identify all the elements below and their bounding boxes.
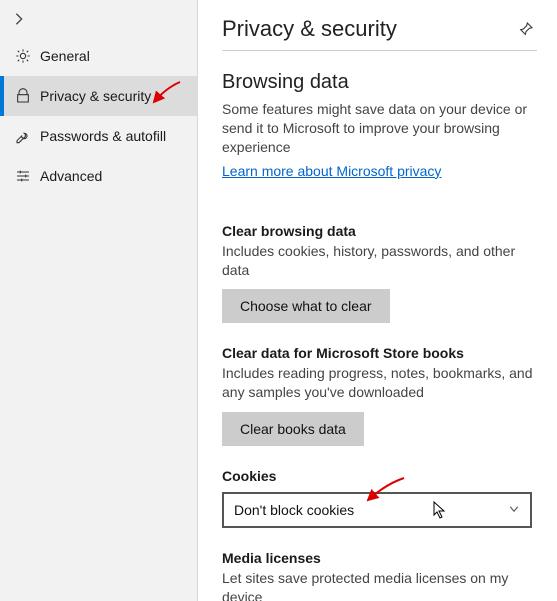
privacy-learn-more-link[interactable]: Learn more about Microsoft privacy <box>222 163 441 179</box>
settings-sidebar: General Privacy & security Passwords & a… <box>0 0 198 601</box>
subsection-desc: Includes cookies, history, passwords, an… <box>222 242 537 280</box>
sidebar-item-general[interactable]: General <box>0 36 197 76</box>
section-cookies: Cookies Don't block cookies <box>222 468 537 528</box>
lock-icon <box>14 88 32 104</box>
section-desc: Some features might save data on your de… <box>222 100 537 157</box>
subsection-title: Media licenses <box>222 550 537 566</box>
section-clear-browsing: Clear browsing data Includes cookies, hi… <box>222 223 537 324</box>
choose-what-to-clear-button[interactable]: Choose what to clear <box>222 289 390 323</box>
key-icon <box>14 128 32 144</box>
clear-books-data-button[interactable]: Clear books data <box>222 412 364 446</box>
section-title: Browsing data <box>222 71 537 94</box>
subsection-title: Cookies <box>222 468 537 484</box>
section-media-licenses: Media licenses Let sites save protected … <box>222 550 537 601</box>
sidebar-item-advanced[interactable]: Advanced <box>0 156 197 196</box>
pin-icon[interactable] <box>515 18 537 40</box>
sidebar-item-label: Privacy & security <box>40 88 151 104</box>
subsection-title: Clear data for Microsoft Store books <box>222 345 537 361</box>
main-panel: Privacy & security Browsing data Some fe… <box>198 0 557 601</box>
sliders-icon <box>14 168 32 184</box>
section-clear-books: Clear data for Microsoft Store books Inc… <box>222 345 537 446</box>
sidebar-item-passwords[interactable]: Passwords & autofill <box>0 116 197 156</box>
section-browsing-data: Browsing data Some features might save d… <box>222 71 537 201</box>
sidebar-item-privacy[interactable]: Privacy & security <box>0 76 197 116</box>
subsection-title: Clear browsing data <box>222 223 537 239</box>
page-title: Privacy & security <box>222 16 397 42</box>
divider <box>222 50 537 51</box>
subsection-desc: Let sites save protected media licenses … <box>222 569 537 601</box>
sidebar-item-label: General <box>40 48 90 64</box>
cookies-dropdown[interactable]: Don't block cookies <box>222 492 532 528</box>
subsection-desc: Includes reading progress, notes, bookma… <box>222 364 537 402</box>
chevron-down-icon <box>508 502 520 518</box>
sidebar-item-label: Passwords & autofill <box>40 128 166 144</box>
sidebar-item-label: Advanced <box>40 168 102 184</box>
dropdown-selected-label: Don't block cookies <box>234 502 354 518</box>
gear-icon <box>14 48 32 64</box>
chevron-right-icon[interactable] <box>12 12 187 26</box>
